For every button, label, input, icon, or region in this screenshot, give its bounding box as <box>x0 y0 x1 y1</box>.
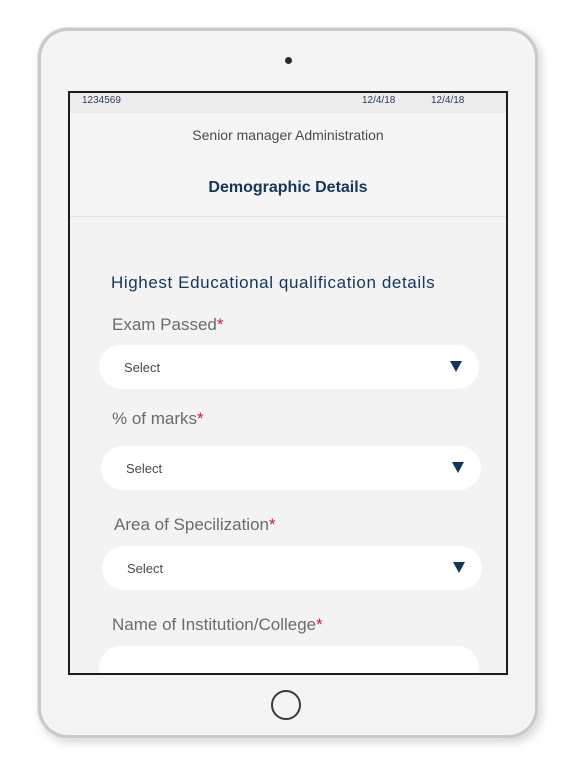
page-header: Senior manager Administration Demographi… <box>70 113 506 217</box>
exam-passed-label: Exam Passed* <box>112 315 224 335</box>
marks-label: % of marks* <box>112 409 204 429</box>
dropdown-caret-icon <box>450 361 462 372</box>
role-title: Senior manager Administration <box>192 127 384 143</box>
institution-label: Name of Institution/College* <box>112 615 323 635</box>
app-screen: 1234569 12/4/18 12/4/18 Senior manager A… <box>68 91 508 675</box>
home-button[interactable] <box>271 690 301 720</box>
required-marker: * <box>197 409 204 428</box>
marks-label-text: % of marks <box>112 409 198 428</box>
status-date-end: 12/4/18 <box>431 95 465 106</box>
status-date-start: 12/4/18 <box>362 95 396 106</box>
form-content: Highest Educational qualification detail… <box>70 217 506 673</box>
institution-label-text: Name of Institution/College <box>112 615 317 634</box>
section-heading: Highest Educational qualification detail… <box>111 273 436 292</box>
required-marker: * <box>216 315 224 334</box>
exam-passed-label-text: Exam Passed <box>112 315 217 334</box>
dropdown-caret-icon <box>453 562 465 573</box>
exam-passed-select[interactable]: Select <box>99 345 479 389</box>
required-marker: * <box>268 515 276 534</box>
specialization-label-text: Area of Specilization <box>114 515 269 534</box>
specialization-select[interactable]: Select <box>102 546 482 590</box>
camera-icon <box>285 57 292 64</box>
marks-select[interactable]: Select <box>101 446 481 490</box>
specialization-select-value: Select <box>127 561 164 576</box>
dropdown-caret-icon <box>452 462 464 473</box>
status-bar: 1234569 12/4/18 12/4/18 <box>70 93 506 113</box>
page-title: Demographic Details <box>208 179 368 196</box>
exam-passed-select-value: Select <box>124 360 161 375</box>
specialization-label: Area of Specilization* <box>114 515 276 535</box>
marks-select-value: Select <box>126 461 163 476</box>
required-marker: * <box>316 615 323 634</box>
institution-input[interactable] <box>99 646 479 673</box>
status-id: 1234569 <box>82 95 121 106</box>
